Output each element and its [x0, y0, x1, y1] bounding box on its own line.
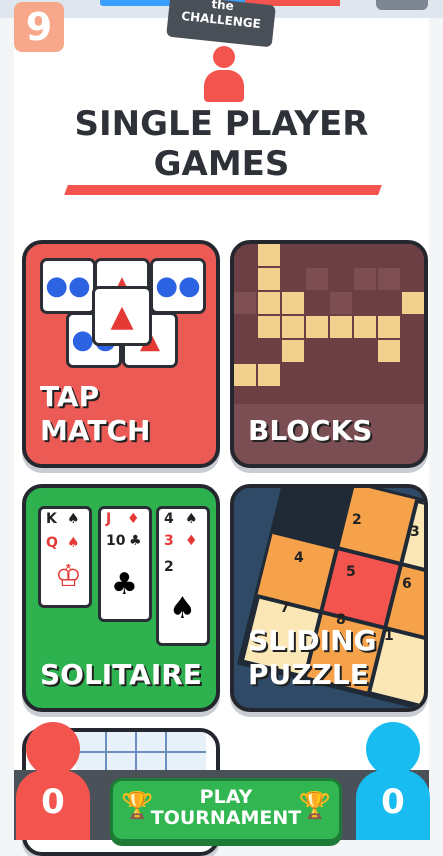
single-player-icon	[204, 46, 244, 102]
title-line-2: GAMES	[153, 144, 290, 184]
tile-number: 4	[294, 550, 304, 566]
blocks-label: BLOCKS	[248, 414, 373, 447]
player-right-score: 0	[381, 782, 405, 822]
tile-number: 3	[410, 524, 420, 540]
tile-number: 2	[352, 512, 362, 528]
blocks-board-icon	[234, 244, 424, 404]
solitaire-card-j: J ♦ 10 ♣ ♣	[98, 506, 152, 622]
watermelon-tile: ▲	[92, 286, 152, 346]
play-tournament-button[interactable]: 🏆 PLAY TOURNAMENT 🏆	[110, 778, 342, 842]
solitaire-card-4: 4 ♠ 3 ♦ 2 ♠	[156, 506, 210, 646]
game-card-tap-match[interactable]: ●● ▲ ●● ●● ▲ ▲ TAP MATCH	[22, 240, 220, 468]
tile-number: 5	[346, 564, 356, 580]
title-underline	[64, 185, 382, 195]
player-right-avatar[interactable]: 0	[356, 722, 430, 840]
tile-number: 1	[384, 628, 394, 644]
level-badge: 9	[14, 2, 64, 52]
solitaire-card-k: K ♠ Q ♠ ♔	[38, 506, 92, 608]
trophy-icon: 🏆	[298, 791, 331, 821]
blueberry-tile: ●●	[40, 258, 96, 314]
page-title: SINGLE PLAYER GAMES	[0, 104, 443, 184]
player-left-avatar[interactable]: 0	[16, 722, 90, 840]
solitaire-label: SOLITAIRE	[40, 658, 202, 691]
menu-tab[interactable]	[376, 0, 428, 10]
sliding-puzzle-label: SLIDING PUZZLE	[248, 624, 377, 691]
player-left-score: 0	[41, 782, 65, 822]
tile-number: 7	[280, 600, 290, 616]
game-card-solitaire[interactable]: K ♠ Q ♠ ♔ J ♦ 10 ♣ ♣ 4 ♠ 3 ♦ 2 ♠ SOLITAIRE	[22, 484, 220, 712]
game-card-sliding-puzzle[interactable]: 2 3 4 5 6 7 8 1 SLIDING PUZZLE	[230, 484, 428, 712]
tap-match-label: TAP MATCH	[40, 380, 151, 447]
game-card-blocks[interactable]: BLOCKS	[230, 240, 428, 468]
tile-number: 6	[402, 576, 412, 592]
blueberry-tile: ●●	[150, 258, 206, 314]
title-line-1: SINGLE PLAYER	[74, 104, 369, 144]
